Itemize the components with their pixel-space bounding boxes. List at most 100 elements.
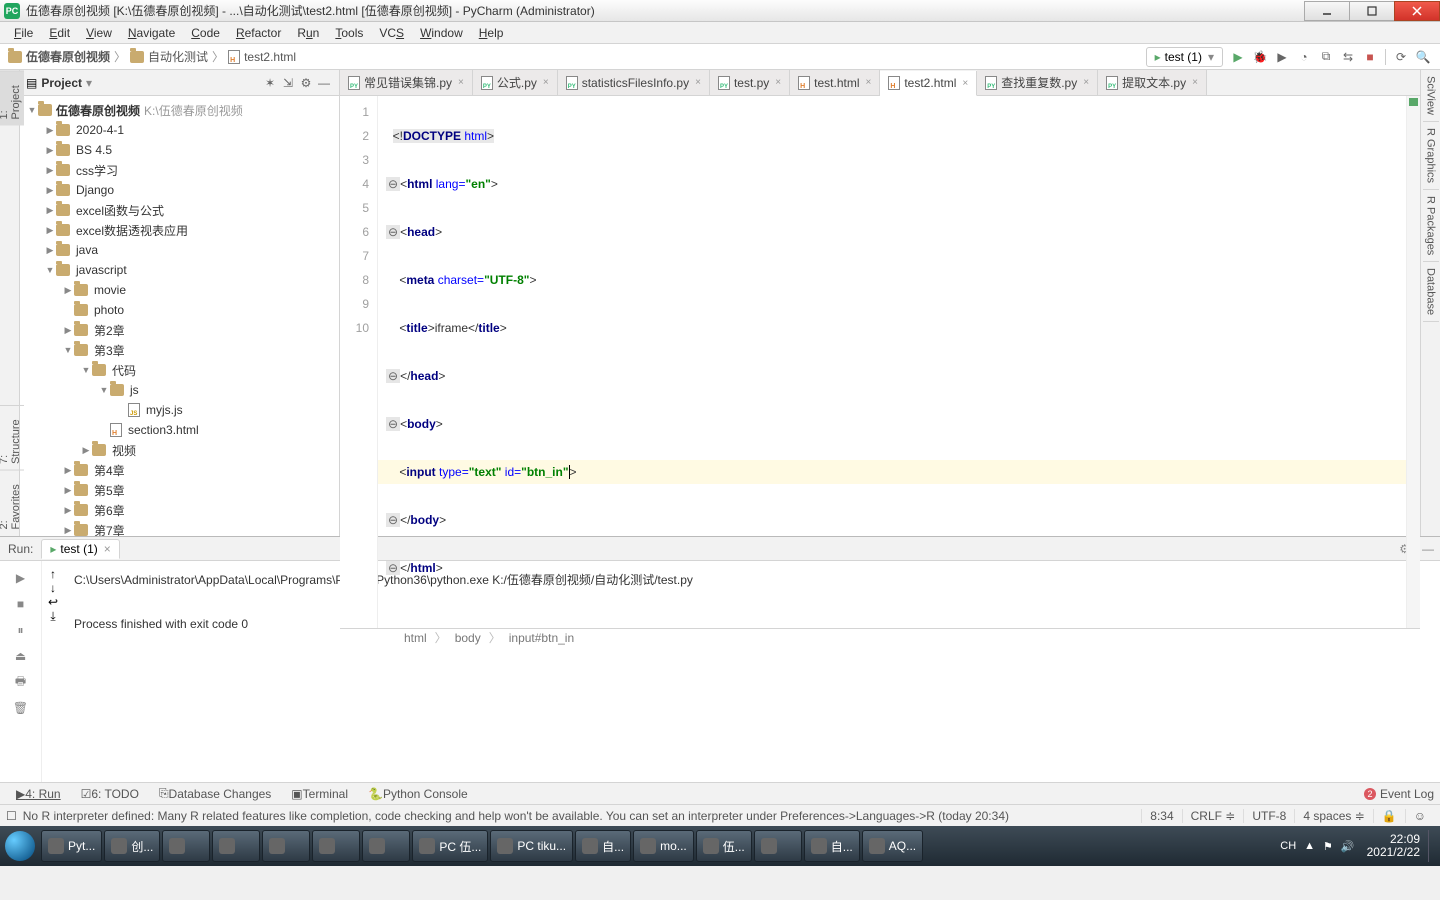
show-desktop-button[interactable]: [1428, 830, 1438, 862]
tree-arrow-icon[interactable]: ▶: [44, 245, 56, 256]
search-everywhere-button[interactable]: 🔍: [1412, 46, 1434, 68]
tab-run[interactable]: ▶ 4: Run: [6, 787, 71, 801]
inspection-widget[interactable]: ☺: [1405, 809, 1434, 823]
tree-arrow-icon[interactable]: ▶: [62, 505, 74, 516]
readonly-toggle[interactable]: 🔒: [1373, 809, 1405, 823]
close-button[interactable]: [1394, 1, 1440, 21]
close-icon[interactable]: ×: [695, 77, 701, 88]
file-encoding[interactable]: UTF-8: [1243, 809, 1294, 823]
menu-file[interactable]: File: [6, 24, 41, 42]
profile-button[interactable]: ◔: [1293, 46, 1315, 68]
system-tray[interactable]: CH ▲ ⚑ 🔊 22:09 2021/2/22: [1276, 830, 1440, 862]
menu-refactor[interactable]: Refactor: [228, 24, 289, 42]
code-editor[interactable]: 12345678910 <!DOCTYPE html> ⊖<html lang=…: [340, 96, 1420, 628]
editor-marker-bar[interactable]: [1406, 96, 1420, 628]
stop-button[interactable]: ■: [10, 593, 32, 615]
locate-icon[interactable]: ✶: [261, 76, 279, 90]
tab-python-console[interactable]: 🐍 Python Console: [358, 787, 478, 801]
tree-arrow-icon[interactable]: ▼: [98, 385, 110, 395]
print-button[interactable]: 🖶: [10, 671, 32, 693]
tree-arrow-icon[interactable]: ▶: [62, 485, 74, 496]
taskbar-item[interactable]: Pyt...: [41, 830, 102, 862]
expand-all-icon[interactable]: ⇲: [279, 76, 297, 90]
editor-tab[interactable]: 查找重复数.py×: [977, 70, 1098, 95]
menu-help[interactable]: Help: [471, 24, 512, 42]
breadcrumb-file[interactable]: test2.html: [226, 50, 298, 64]
editor-tab[interactable]: 提取文本.py×: [1098, 70, 1207, 95]
taskbar-item[interactable]: [212, 830, 260, 862]
tree-arrow-icon[interactable]: ▶: [44, 125, 56, 136]
down-button[interactable]: ↓: [50, 581, 56, 595]
hide-icon[interactable]: —: [315, 76, 333, 90]
stop-button[interactable]: ■: [1359, 46, 1381, 68]
coverage-button[interactable]: ▶: [1271, 46, 1293, 68]
soft-wrap-button[interactable]: ↩: [48, 595, 58, 609]
tree-arrow-icon[interactable]: ▶: [62, 325, 74, 336]
event-log-button[interactable]: 2Event Log: [1364, 787, 1434, 801]
menu-tools[interactable]: Tools: [327, 24, 371, 42]
sidebar-tab-project[interactable]: 1: Project: [0, 70, 24, 125]
menu-vcs[interactable]: VCS: [371, 24, 412, 42]
taskbar-item[interactable]: 创...: [104, 830, 160, 862]
editor-tab[interactable]: test.html×: [790, 70, 880, 95]
scroll-to-end-button[interactable]: ⤓: [50, 609, 55, 624]
tree-item[interactable]: ▶movie: [20, 280, 339, 300]
tree-item[interactable]: ▶BS 4.5: [20, 140, 339, 160]
run-tab[interactable]: ▸ test (1) ×: [41, 539, 119, 559]
tree-arrow-icon[interactable]: ▶: [44, 205, 56, 216]
taskbar-item[interactable]: mo...: [633, 830, 694, 862]
sidebar-tab-sciview[interactable]: SciView: [1423, 70, 1439, 122]
tree-item[interactable]: ▶第4章: [20, 460, 339, 480]
close-icon[interactable]: ×: [104, 542, 111, 556]
editor-tab[interactable]: test.py×: [710, 70, 790, 95]
minimize-button[interactable]: [1304, 1, 1350, 21]
taskbar-item[interactable]: [362, 830, 410, 862]
close-icon[interactable]: ×: [1192, 77, 1198, 88]
editor-tab[interactable]: 常见错误集锦.py×: [340, 70, 473, 95]
vcs-update-button[interactable]: ⟳: [1390, 46, 1412, 68]
taskbar-item[interactable]: [312, 830, 360, 862]
tab-db-changes[interactable]: ⎘ Database Changes: [149, 786, 281, 801]
chevron-down-icon[interactable]: ▼: [26, 105, 38, 115]
taskbar-item[interactable]: [754, 830, 802, 862]
close-icon[interactable]: ×: [866, 77, 872, 88]
taskbar-item[interactable]: [162, 830, 210, 862]
tray-overflow-icon[interactable]: ▲: [1300, 840, 1319, 852]
menu-view[interactable]: View: [78, 24, 120, 42]
line-separator[interactable]: CRLF ≑: [1182, 809, 1244, 823]
taskbar-item[interactable]: 伍...: [696, 830, 752, 862]
close-icon[interactable]: ×: [775, 77, 781, 88]
tree-arrow-icon[interactable]: ▼: [80, 365, 92, 375]
chevron-down-icon[interactable]: ▾: [86, 76, 92, 90]
taskbar-item[interactable]: AQ...: [862, 830, 923, 862]
tree-item[interactable]: ▶2020-4-1: [20, 120, 339, 140]
ime-indicator[interactable]: CH: [1276, 840, 1300, 852]
taskbar-item[interactable]: [262, 830, 310, 862]
tab-todo[interactable]: ☑ 6: TODO: [71, 787, 149, 801]
close-icon[interactable]: ×: [458, 77, 464, 88]
tree-item[interactable]: ▼第3章: [20, 340, 339, 360]
tree-arrow-icon[interactable]: ▶: [62, 285, 74, 296]
sidebar-tab-structure[interactable]: 7: Structure: [0, 405, 24, 470]
action-center-icon[interactable]: ⚑: [1319, 840, 1337, 853]
close-icon[interactable]: ×: [962, 78, 968, 89]
exit-button[interactable]: ⏏: [10, 645, 32, 667]
taskbar-item[interactable]: 自...: [575, 830, 631, 862]
tree-item[interactable]: ▶Django: [20, 180, 339, 200]
tree-item[interactable]: ▼代码: [20, 360, 339, 380]
tree-item[interactable]: myjs.js: [20, 400, 339, 420]
tree-arrow-icon[interactable]: ▶: [44, 225, 56, 236]
editor-tab[interactable]: 公式.py×: [473, 70, 558, 95]
sidebar-tab-database[interactable]: Database: [1423, 262, 1439, 322]
tree-arrow-icon[interactable]: ▼: [44, 265, 56, 275]
project-tree[interactable]: ▼ 伍德春原创视频 K:\伍德春原创视频 ▶2020-4-1▶BS 4.5▶cs…: [20, 96, 339, 536]
tree-arrow-icon[interactable]: ▶: [80, 445, 92, 456]
taskbar-item[interactable]: PC 伍...: [412, 830, 488, 862]
tree-item[interactable]: ▼javascript: [20, 260, 339, 280]
tree-item[interactable]: ▶视频: [20, 440, 339, 460]
tree-item[interactable]: ▶第2章: [20, 320, 339, 340]
pause-button[interactable]: ⏸: [10, 619, 32, 641]
breadcrumb-root[interactable]: 伍德春原创视频: [6, 48, 112, 65]
attach-button[interactable]: ⇆: [1337, 46, 1359, 68]
tree-item[interactable]: ▶第6章: [20, 500, 339, 520]
